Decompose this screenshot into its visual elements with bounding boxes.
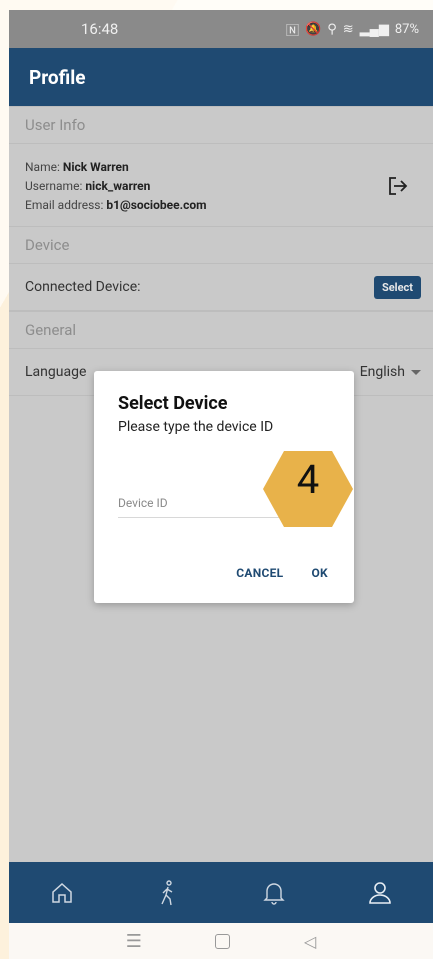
back-icon[interactable]: ◁ [304, 932, 316, 951]
signal-icon: ▂▄▆ [359, 22, 389, 37]
user-email: b1@sociobee.com [106, 198, 207, 212]
dialog-title: Select Device [118, 393, 228, 414]
status-bar: 16:48 🄽 🔕 ⚲ ≋ ▂▄▆ 87% [9, 10, 433, 48]
step-number: 4 [296, 456, 320, 503]
nfc-icon: 🄽 [286, 23, 300, 39]
mute-icon: 🔕 [305, 21, 322, 37]
user-username-line: Username: nick_warren [25, 179, 151, 193]
wifi-icon: ≋ [342, 21, 354, 37]
app-bar: Profile [9, 48, 433, 106]
user-name-line: Name: Nick Warren [25, 160, 129, 174]
chevron-down-icon [411, 369, 421, 375]
dialog-actions: CANCEL OK [236, 566, 328, 580]
person-icon[interactable] [364, 877, 396, 909]
section-general: General [9, 311, 433, 349]
recents-icon[interactable]: ☰ [126, 931, 142, 952]
user-username: nick_warren [85, 179, 151, 193]
home-square-icon[interactable] [215, 933, 231, 949]
cancel-button[interactable]: CANCEL [236, 566, 283, 580]
user-info-block: Name: Nick Warren Username: nick_warren … [9, 144, 433, 226]
page-title: Profile [29, 65, 86, 89]
status-time: 16:48 [81, 20, 119, 38]
connected-device-label: Connected Device: [25, 279, 141, 295]
bell-icon[interactable] [258, 877, 290, 909]
home-icon[interactable] [46, 877, 78, 909]
dialog-subtitle: Please type the device ID [118, 419, 274, 435]
status-icons: 🄽 🔕 ⚲ ≋ ▂▄▆ 87% [286, 20, 419, 39]
walk-icon[interactable] [152, 877, 184, 909]
select-device-button[interactable]: Select [373, 275, 421, 299]
section-device: Device [9, 226, 433, 264]
language-value: English [359, 364, 405, 380]
user-email-line: Email address: b1@sociobee.com [25, 198, 207, 212]
section-user-info: User Info [9, 106, 433, 144]
bottom-nav [9, 862, 433, 923]
language-label: Language [25, 364, 87, 380]
language-dropdown[interactable]: English [360, 364, 421, 380]
ok-button[interactable]: OK [311, 566, 328, 580]
user-name: Nick Warren [62, 160, 129, 174]
location-icon: ⚲ [327, 21, 337, 37]
logout-icon[interactable] [387, 176, 409, 196]
system-nav-bar: ☰ ◁ [9, 923, 433, 959]
connected-device-row: Connected Device: Select [9, 264, 433, 311]
battery-text: 87% [394, 21, 419, 37]
